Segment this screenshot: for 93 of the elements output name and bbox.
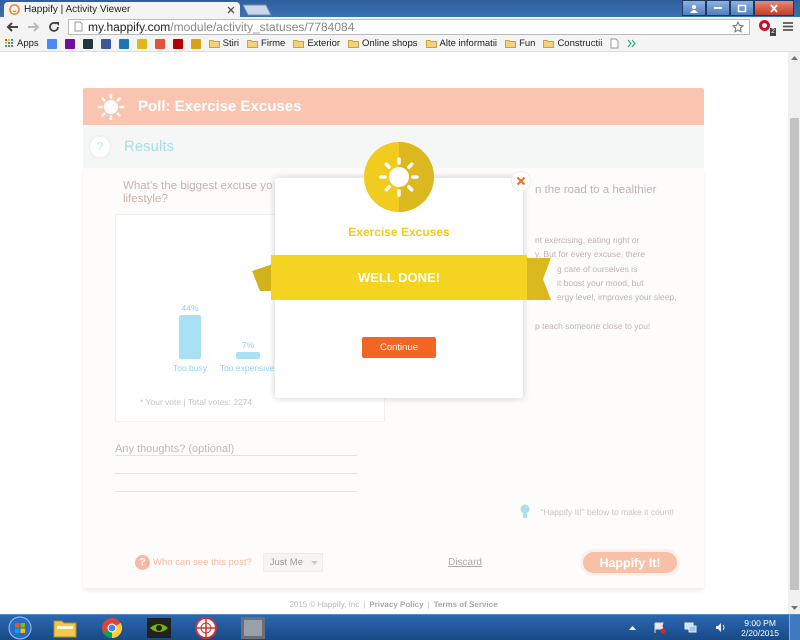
close-icon[interactable] (227, 6, 235, 14)
bookmark-label: Apps (17, 38, 39, 49)
article-text: p teach someone close to you! (535, 320, 652, 334)
maximize-icon (737, 4, 747, 12)
back-icon[interactable] (6, 20, 19, 32)
user-icon (689, 4, 699, 12)
sun-icon (96, 92, 126, 122)
question-text: lifestyle? (123, 193, 168, 206)
bookmark-label: Stiri (222, 38, 240, 49)
vote-note: * Your vote | Total votes: 2274 (140, 397, 254, 407)
folder-icon[interactable] (53, 618, 77, 638)
folder-icon (426, 39, 436, 48)
ribbon-tail (525, 258, 551, 300)
category-label: Too expensive (220, 363, 274, 373)
bookmark-label: Online shops (362, 38, 418, 49)
site-bookmark-icon[interactable] (64, 38, 75, 48)
success-banner: WELL DONE! (271, 255, 527, 300)
bookmark-label: Alte informatii (440, 38, 498, 49)
separator-text: | (428, 600, 430, 609)
folder-bookmark[interactable]: Constructii (543, 38, 602, 49)
grid-icon (5, 39, 14, 48)
folder-bookmark[interactable]: Online shops (348, 38, 418, 49)
scroll-up-icon[interactable] (790, 56, 798, 60)
address-field[interactable]: my.happify.com/module/activity_statuses/7784084 (68, 18, 750, 34)
clock-date[interactable]: 2/20/2015 (741, 628, 779, 638)
dialog-title: Exercise Excuses (347, 225, 451, 239)
site-bookmark-icon[interactable] (100, 38, 111, 48)
copyright-text: 2015 © Happify, Inc (289, 600, 360, 609)
folder-bookmark[interactable]: Fun (505, 38, 536, 49)
category-label: Too busy (172, 363, 208, 373)
caret-icon (311, 560, 318, 564)
flag-icon[interactable] (654, 622, 666, 634)
reload-icon[interactable] (48, 20, 60, 32)
menu-icon[interactable] (782, 21, 794, 32)
privacy-label: Who can see this post? (153, 557, 252, 568)
folder-icon (293, 39, 304, 48)
site-bookmark-icon[interactable] (82, 38, 93, 48)
tray-arrow-icon[interactable] (629, 626, 636, 630)
close-icon (769, 4, 779, 12)
bookmark-label: Constructii (557, 38, 602, 49)
folder-icon (543, 39, 554, 48)
article-text: nt exercising, eating right or (535, 234, 640, 247)
folder-bookmark[interactable]: Exterior (293, 38, 340, 49)
scrollbar[interactable] (788, 52, 800, 614)
question-text: n the road to a healthier (535, 184, 656, 196)
scroll-thumb[interactable] (790, 118, 798, 590)
poll-title: Poll: Exercise Excuses (138, 98, 302, 115)
smile-logo-icon (9, 4, 20, 15)
page-icon (74, 21, 83, 32)
separator-text: | (363, 600, 366, 609)
bookmark-label: Exterior (307, 38, 340, 49)
article-text: g care of ourselves is (556, 262, 638, 276)
dropdown-value: Just Me (270, 557, 304, 568)
url-text: my.happify.com/module/activity_statuses/7784084 (88, 20, 354, 34)
value-label: 44% (182, 303, 198, 313)
folder-bookmark[interactable]: Stiri (208, 38, 240, 49)
tab-title: Happify | Activity Viewer (24, 4, 132, 15)
app-tile-icon[interactable] (241, 616, 265, 638)
minimize-icon (714, 7, 722, 9)
folder-bookmark[interactable]: Firme (247, 38, 286, 49)
bookmark-label: Firme (261, 38, 286, 49)
folder-icon (505, 39, 516, 48)
volume-icon[interactable] (715, 622, 728, 633)
chart-bar (236, 352, 260, 359)
network-icon[interactable] (684, 622, 698, 633)
results-heading: Results (124, 138, 174, 155)
maximize-button[interactable] (730, 0, 754, 16)
site-bookmark-icon[interactable] (172, 38, 183, 48)
star-icon[interactable] (732, 20, 744, 32)
user-button[interactable] (682, 0, 706, 16)
scroll-down-icon[interactable] (790, 606, 798, 610)
tip-text: "Happify It!" below to make it count! (540, 506, 674, 516)
new-tab-button[interactable] (242, 4, 272, 16)
page-bookmark-icon[interactable] (610, 38, 620, 49)
bookmark-label: Fun (519, 38, 536, 49)
folder-icon (247, 39, 258, 48)
chevron-icon[interactable] (627, 39, 636, 48)
close-window-button[interactable] (754, 0, 794, 16)
apps-bookmark[interactable]: Apps (5, 38, 39, 49)
minimize-button[interactable] (706, 0, 730, 16)
article-text: ergy level, improves your sleep, (556, 291, 678, 304)
chart-bar (179, 315, 201, 359)
value-label: 7% (242, 340, 254, 350)
question-text: What’s the biggest excuse yo (123, 180, 272, 193)
eye-logo-icon[interactable] (147, 618, 171, 638)
folder-bookmark[interactable]: Alte informatii (426, 38, 498, 49)
folder-icon (208, 39, 220, 48)
folder-icon (348, 39, 360, 48)
clock-time[interactable]: 9:00 PM (744, 618, 776, 628)
browser-tab[interactable]: Happify | Activity Viewer (4, 2, 240, 17)
start-button[interactable] (8, 616, 32, 640)
lightbulb-icon (520, 504, 530, 519)
article-text: it boost your mood, but (556, 276, 644, 290)
